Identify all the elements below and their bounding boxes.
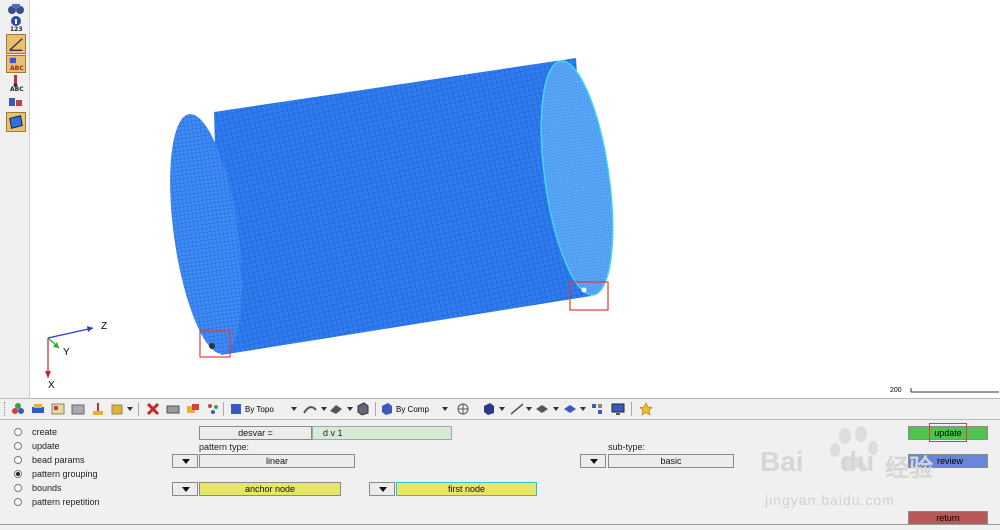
anchor-node-button[interactable]: anchor node: [199, 482, 341, 496]
topo-dropdown[interactable]: By Topo: [229, 401, 299, 418]
watermark-url: jingyan.baidu.com: [765, 492, 895, 508]
mode-create[interactable]: create: [14, 426, 57, 438]
measure-icon[interactable]: [6, 34, 26, 54]
properties-icon[interactable]: [71, 402, 85, 416]
anchor-node-toggle[interactable]: [172, 482, 198, 496]
mode-update-label: update: [32, 441, 60, 451]
topo-dropdown-caret[interactable]: [291, 407, 297, 411]
shaded-icon[interactable]: [482, 402, 496, 416]
main-toolbar: By Topo By Comp: [0, 398, 1000, 420]
mode-bounds-radio[interactable]: [14, 484, 22, 492]
mask-curve-icon[interactable]: [303, 402, 317, 416]
mask-surface-caret[interactable]: [347, 407, 353, 411]
graphics-viewport[interactable]: Z Y X 200: [31, 0, 1000, 398]
sub-type-toggle[interactable]: [580, 454, 606, 468]
mask-curve-caret[interactable]: [321, 407, 327, 411]
axis-x-label: X: [48, 380, 55, 391]
collectors-icon[interactable]: [31, 402, 45, 416]
cylinder-body: [214, 58, 591, 355]
mode-update-radio[interactable]: [14, 442, 22, 450]
shaded-elements-icon[interactable]: [6, 112, 26, 132]
output-block-icon[interactable]: [111, 402, 125, 416]
abc-label-2: ABC: [10, 86, 24, 93]
axis-z-label: Z: [101, 321, 108, 332]
line-caret[interactable]: [526, 407, 532, 411]
desvar-button[interactable]: desvar =: [199, 426, 312, 440]
load-collector-icon[interactable]: [91, 402, 105, 416]
surface-display-icon[interactable]: [535, 402, 549, 416]
desvar-value-field[interactable]: d v 1: [312, 426, 452, 440]
line-icon[interactable]: [510, 402, 524, 416]
pattern-type-label: pattern type:: [199, 442, 250, 452]
element-display-caret[interactable]: [580, 407, 586, 411]
mode-pattern-repetition-label: pattern repetition: [32, 497, 100, 507]
reorder-icon[interactable]: [186, 402, 200, 416]
first-node-toggle[interactable]: [369, 482, 395, 496]
baidu-watermark: Bai du 经验 jingyan.baidu.com: [755, 424, 995, 514]
comp-dropdown-caret[interactable]: [442, 407, 448, 411]
surface-display-caret[interactable]: [553, 407, 559, 411]
output-block-dropdown-caret[interactable]: [127, 407, 133, 411]
mode-bounds[interactable]: bounds: [14, 482, 62, 494]
node-display-icon[interactable]: [590, 402, 604, 416]
left-toolbar: 123 ABC ABC: [0, 0, 30, 398]
element-display-icon[interactable]: [563, 402, 577, 416]
mask-solid-icon[interactable]: [356, 402, 370, 416]
axis-y-label: Y: [63, 347, 70, 358]
mask-surface-icon[interactable]: [329, 402, 343, 416]
color-icon[interactable]: [206, 402, 220, 416]
comp-dropdown[interactable]: By Comp: [380, 401, 450, 418]
components-icon[interactable]: [11, 402, 25, 416]
numbering-label: 123: [10, 26, 23, 33]
pattern-type-value[interactable]: linear: [199, 454, 355, 468]
first-node-marker: [581, 287, 587, 293]
favorite-star-icon[interactable]: [639, 402, 653, 416]
mode-create-radio[interactable]: [14, 428, 22, 436]
watermark-brand-cn: 经验: [885, 454, 933, 482]
watermark-brand-du: du: [840, 446, 875, 477]
delete-icon[interactable]: [146, 402, 160, 416]
sub-type-value[interactable]: basic: [608, 454, 734, 468]
display-elements-icon[interactable]: [7, 94, 25, 110]
scale-bar-label: 200: [890, 387, 902, 394]
sub-type-label: sub-type:: [608, 442, 646, 452]
mode-create-label: create: [32, 427, 58, 437]
first-node-button[interactable]: first node: [396, 482, 537, 496]
wireframe-icon[interactable]: [456, 402, 470, 416]
watermark-brand: Bai: [760, 446, 804, 477]
mode-pattern-repetition-radio[interactable]: [14, 498, 22, 506]
mode-bounds-label: bounds: [32, 483, 62, 493]
shaded-caret[interactable]: [499, 407, 505, 411]
mode-pattern-grouping-label: pattern grouping: [32, 469, 98, 479]
abc-label-1: ABC: [10, 65, 24, 72]
pattern-type-toggle[interactable]: [172, 454, 198, 468]
anchor-node-marker: [209, 343, 215, 349]
mode-bead-params-radio[interactable]: [14, 456, 22, 464]
cylinder-mesh-model[interactable]: [31, 0, 1000, 398]
mode-pattern-repetition[interactable]: pattern repetition: [14, 496, 100, 508]
mode-bead-params[interactable]: bead params: [14, 454, 85, 466]
mode-bead-params-label: bead params: [32, 455, 85, 465]
mode-pattern-grouping-radio[interactable]: [14, 470, 22, 478]
organize-icon[interactable]: [166, 402, 180, 416]
model-browser-icon[interactable]: [51, 402, 65, 416]
monitor-icon[interactable]: [611, 402, 625, 416]
mode-update[interactable]: update: [14, 440, 60, 452]
mode-pattern-grouping[interactable]: pattern grouping: [14, 468, 98, 480]
